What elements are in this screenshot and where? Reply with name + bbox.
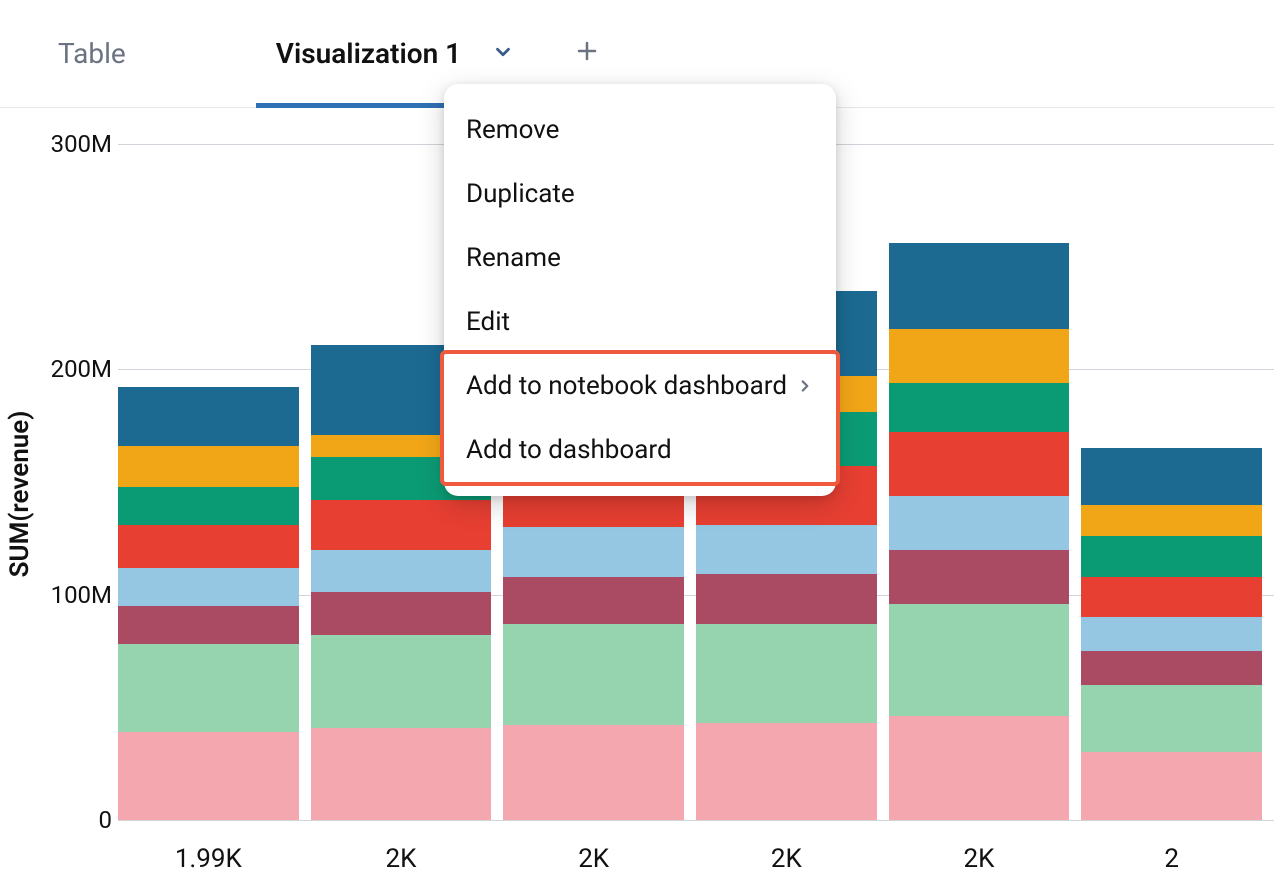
chevron-right-icon bbox=[796, 377, 814, 395]
y-tick: 300M bbox=[48, 130, 112, 158]
bar-segment[interactable] bbox=[889, 550, 1070, 604]
bar-segment[interactable] bbox=[503, 577, 684, 624]
bar-segment[interactable] bbox=[1081, 577, 1262, 618]
tab-table[interactable]: Table bbox=[38, 0, 146, 107]
menu-item-label: Rename bbox=[466, 243, 561, 273]
menu-item-add-dashboard[interactable]: Add to dashboard bbox=[444, 418, 836, 482]
bar-segment[interactable] bbox=[118, 606, 299, 644]
tab-menu-trigger[interactable] bbox=[481, 32, 525, 76]
bar-segment[interactable] bbox=[118, 446, 299, 487]
x-tick: 2K bbox=[578, 844, 609, 874]
bar-segment[interactable] bbox=[889, 716, 1070, 820]
x-axis-ticks: 1.99K 2K 2K 2K 2K 2 bbox=[118, 832, 1274, 880]
bar-segment[interactable] bbox=[889, 604, 1070, 717]
x-tick: 2 bbox=[1164, 844, 1179, 874]
bar-segment[interactable] bbox=[889, 496, 1070, 550]
bar-segment[interactable] bbox=[889, 329, 1070, 383]
menu-item-remove[interactable]: Remove bbox=[444, 98, 836, 162]
x-tick: 2K bbox=[964, 844, 995, 874]
tab-visualization-label: Visualization 1 bbox=[276, 37, 461, 70]
bar-segment[interactable] bbox=[118, 487, 299, 525]
bar[interactable] bbox=[118, 144, 299, 820]
bar-segment[interactable] bbox=[889, 432, 1070, 495]
y-tick: 0 bbox=[48, 806, 112, 834]
bar-segment[interactable] bbox=[118, 644, 299, 732]
bar-segment[interactable] bbox=[1081, 448, 1262, 504]
bar-segment[interactable] bbox=[889, 243, 1070, 329]
menu-item-rename[interactable]: Rename bbox=[444, 226, 836, 290]
bar-segment[interactable] bbox=[1081, 505, 1262, 537]
menu-item-duplicate[interactable]: Duplicate bbox=[444, 162, 836, 226]
tab-table-label: Table bbox=[58, 37, 126, 70]
bar-segment[interactable] bbox=[889, 383, 1070, 433]
bar-segment[interactable] bbox=[503, 725, 684, 820]
bar-segment[interactable] bbox=[696, 723, 877, 820]
bar-segment[interactable] bbox=[118, 525, 299, 568]
bar-segment[interactable] bbox=[503, 527, 684, 577]
y-tick: 200M bbox=[48, 355, 112, 383]
grid-line bbox=[118, 820, 1274, 821]
bar-segment[interactable] bbox=[311, 550, 492, 593]
menu-item-label: Add to dashboard bbox=[466, 435, 672, 465]
menu-item-add-notebook-dashboard[interactable]: Add to notebook dashboard bbox=[444, 354, 836, 418]
x-tick: 2K bbox=[771, 844, 802, 874]
bar-segment[interactable] bbox=[696, 574, 877, 624]
y-tick: 100M bbox=[48, 581, 112, 609]
bar[interactable] bbox=[889, 144, 1070, 820]
bar-segment[interactable] bbox=[1081, 685, 1262, 753]
bar[interactable] bbox=[1081, 144, 1262, 820]
bar-segment[interactable] bbox=[118, 387, 299, 446]
tab-context-menu: Remove Duplicate Rename Edit Add to note… bbox=[444, 84, 836, 496]
bar-segment[interactable] bbox=[1081, 617, 1262, 651]
y-axis-ticks: 0100M200M300M bbox=[48, 144, 112, 820]
bar-segment[interactable] bbox=[503, 624, 684, 725]
menu-item-label: Edit bbox=[466, 307, 510, 337]
menu-item-edit[interactable]: Edit bbox=[444, 290, 836, 354]
menu-item-label: Duplicate bbox=[466, 179, 575, 209]
menu-item-label: Remove bbox=[466, 115, 559, 145]
bar-segment[interactable] bbox=[311, 500, 492, 550]
bar-segment[interactable] bbox=[311, 728, 492, 820]
bar-segment[interactable] bbox=[1081, 536, 1262, 577]
bar-segment[interactable] bbox=[311, 592, 492, 635]
chevron-down-icon bbox=[492, 37, 514, 70]
bar-segment[interactable] bbox=[311, 635, 492, 727]
x-tick: 1.99K bbox=[175, 844, 242, 874]
bar-segment[interactable] bbox=[696, 525, 877, 575]
bar-segment[interactable] bbox=[1081, 651, 1262, 685]
y-axis-label: SUM(revenue) bbox=[5, 411, 35, 578]
add-tab-button[interactable] bbox=[565, 32, 609, 76]
app-root: Table Visualization 1 SUM(revenue) 0 100M… bbox=[0, 0, 1274, 880]
plus-icon bbox=[575, 37, 599, 70]
menu-item-label: Add to notebook dashboard bbox=[466, 371, 787, 401]
bar-segment[interactable] bbox=[1081, 752, 1262, 820]
bar-segment[interactable] bbox=[118, 568, 299, 606]
bar-segment[interactable] bbox=[118, 732, 299, 820]
bar-segment[interactable] bbox=[696, 624, 877, 723]
x-tick: 2K bbox=[386, 844, 417, 874]
